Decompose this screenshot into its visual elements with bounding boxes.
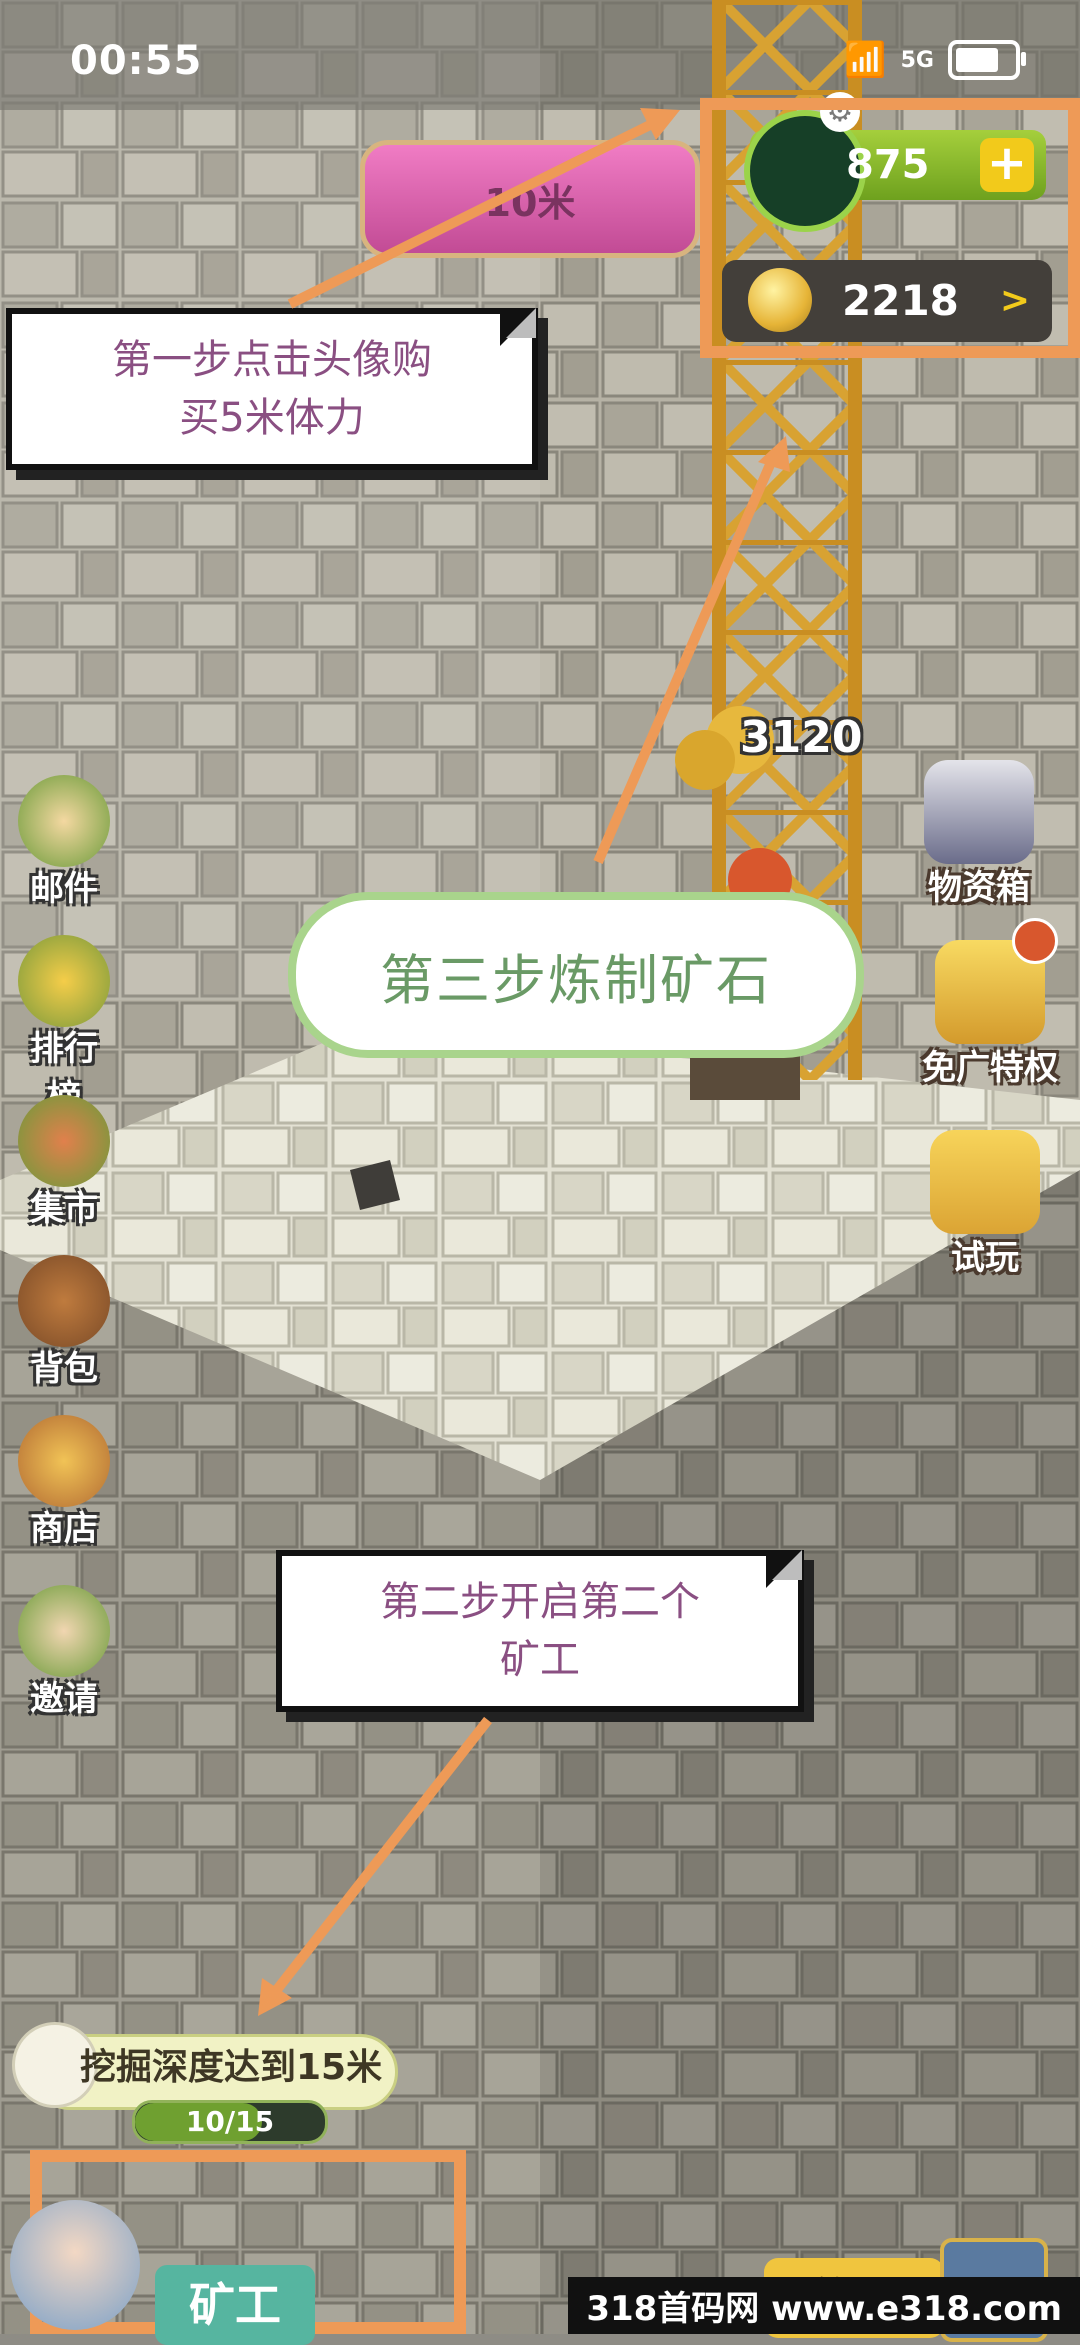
supply-box-button[interactable]: 物资箱 bbox=[914, 760, 1044, 909]
depth-task[interactable]: 挖掘深度达到15米 10/15 bbox=[12, 2022, 398, 2144]
sidebar-item-label: 邀请 bbox=[30, 1679, 98, 1719]
sidebar-item-market[interactable]: 集市 bbox=[16, 1095, 112, 1230]
task-progress-label: 10/15 bbox=[185, 2105, 275, 2138]
sidebar-item-rank[interactable]: 排行榜 bbox=[16, 935, 112, 1119]
handshake-icon bbox=[18, 1585, 110, 1677]
step3-callout: 第三步炼制矿石 bbox=[288, 892, 864, 1058]
mail-icon bbox=[18, 775, 110, 867]
ore-counter: 3120 bbox=[740, 712, 863, 763]
miner-button[interactable]: 矿工 bbox=[155, 2265, 315, 2345]
trial-play-button[interactable]: 试玩 bbox=[920, 1130, 1050, 1279]
task-text: 挖掘深度达到15米 bbox=[80, 2047, 383, 2088]
sidebar-item-invite[interactable]: 邀请 bbox=[16, 1585, 112, 1720]
step1-line2: 买5米体力 bbox=[179, 395, 365, 441]
status-icons: 📶 5G bbox=[844, 40, 1026, 80]
trial-play-label: 试玩 bbox=[951, 1238, 1019, 1278]
sidebar-item-label: 背包 bbox=[30, 1349, 98, 1389]
sidebar-item-backpack[interactable]: 背包 bbox=[16, 1255, 112, 1390]
sidebar-item-shop[interactable]: 商店 bbox=[16, 1415, 112, 1550]
step2-line2: 矿工 bbox=[500, 1637, 580, 1683]
depth-banner: 10米 bbox=[360, 140, 700, 258]
trophy-icon bbox=[18, 935, 110, 1027]
ad-free-label: 免广特权 bbox=[922, 1048, 1058, 1088]
shop-icon bbox=[18, 1415, 110, 1507]
notification-dot bbox=[1012, 918, 1058, 964]
miner-avatar bbox=[10, 2200, 140, 2330]
page-fold-icon bbox=[766, 1550, 804, 1588]
ad-free-button[interactable]: 免广特权 bbox=[910, 940, 1070, 1089]
wifi-icon: 📶 bbox=[844, 40, 887, 80]
step1-line1: 第一步点击头像购 bbox=[112, 337, 432, 383]
page-fold-icon bbox=[500, 308, 538, 346]
network-label: 5G bbox=[900, 47, 934, 73]
highlight-top bbox=[700, 98, 1080, 358]
backpack-icon bbox=[18, 1255, 110, 1347]
sidebar-item-label: 商店 bbox=[30, 1509, 98, 1549]
watermark: 318首码网 www.e318.com bbox=[568, 2277, 1080, 2334]
step1-callout: 第一步点击头像购 买5米体力 bbox=[6, 308, 538, 470]
gamepad-icon bbox=[930, 1130, 1040, 1234]
sidebar-item-mail[interactable]: 邮件 bbox=[16, 775, 112, 910]
step2-callout: 第二步开启第二个 矿工 bbox=[276, 1550, 804, 1712]
battery-icon bbox=[948, 40, 1026, 80]
step2-line1: 第二步开启第二个 bbox=[380, 1579, 700, 1625]
market-icon bbox=[18, 1095, 110, 1187]
sidebar-item-label: 邮件 bbox=[30, 869, 98, 909]
supply-box-icon bbox=[924, 760, 1034, 864]
sidebar-item-label: 集市 bbox=[30, 1189, 98, 1229]
task-progress-bar: 10/15 bbox=[132, 2100, 328, 2144]
supply-box-label: 物资箱 bbox=[928, 868, 1030, 908]
status-time: 00:55 bbox=[70, 38, 203, 84]
